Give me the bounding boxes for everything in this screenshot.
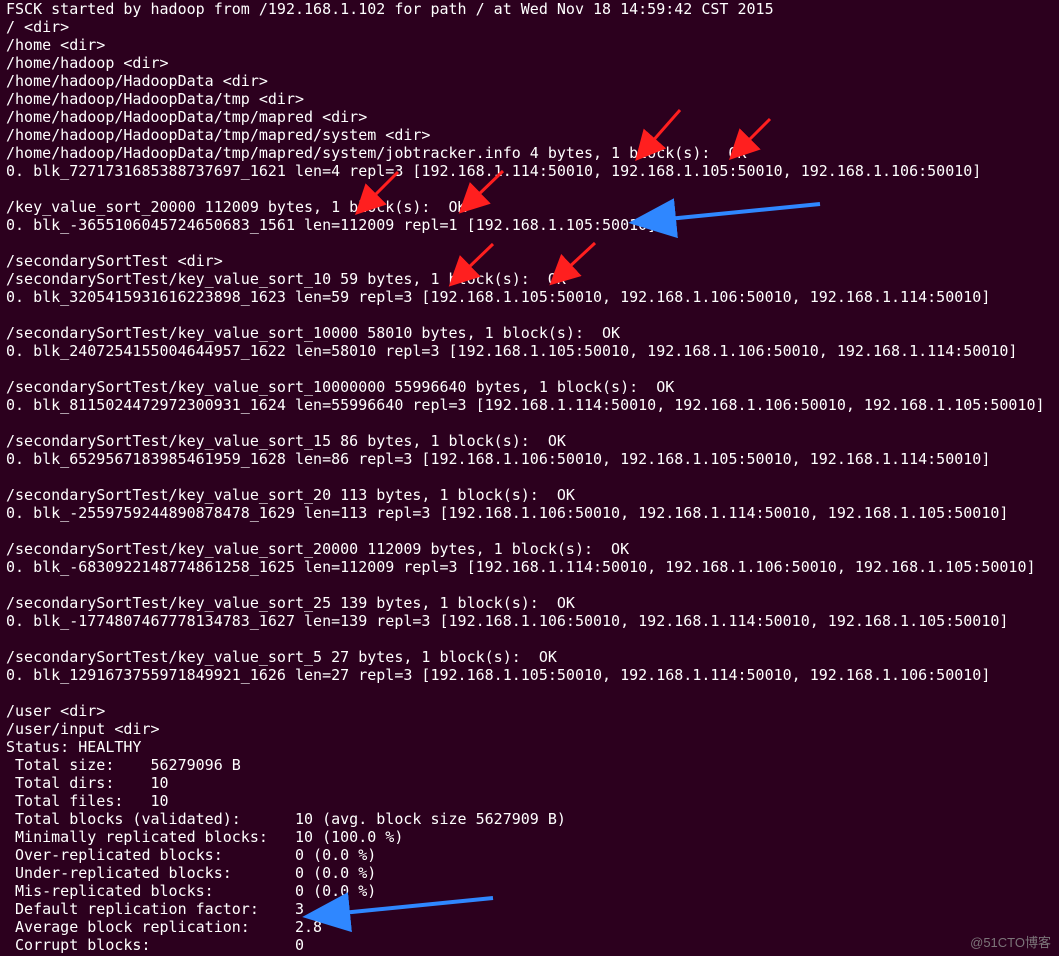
- terminal-output: FSCK started by hadoop from /192.168.1.1…: [0, 0, 1059, 954]
- watermark-text: @51CTO博客: [970, 934, 1051, 952]
